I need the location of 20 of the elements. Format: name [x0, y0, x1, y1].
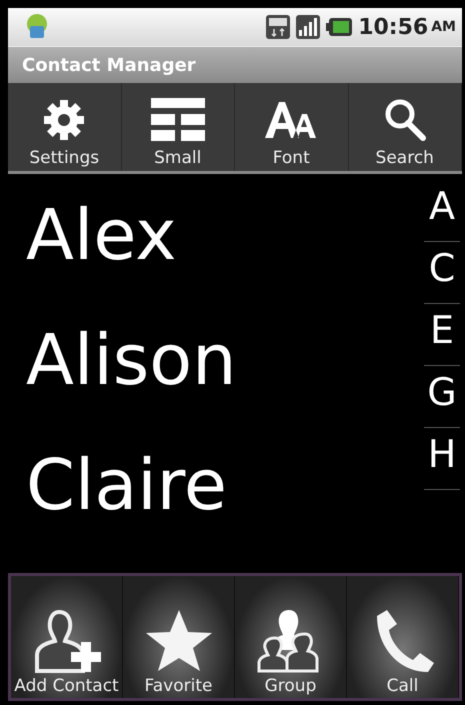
index-letter[interactable]: G [424, 366, 460, 428]
settings-icon [42, 98, 86, 142]
layout-icon [150, 98, 205, 142]
bottom-button[interactable]: Group [235, 576, 347, 698]
index-letter[interactable]: C [424, 242, 460, 304]
status-time: 10:56 [358, 14, 428, 40]
bottom-button[interactable]: Favorite [123, 576, 235, 698]
contact-name[interactable]: Alex [26, 180, 422, 305]
index-letter[interactable]: H [424, 428, 460, 490]
battery-icon [326, 17, 352, 37]
contact-name[interactable]: Claire [26, 430, 422, 555]
window-title: Contact Manager [22, 54, 196, 76]
signal-icon [296, 15, 320, 39]
status-meridiem: AM [431, 19, 456, 35]
bottom-button[interactable]: Call [347, 576, 459, 698]
index-letter[interactable]: A [424, 180, 460, 242]
contact-name[interactable]: Alison [26, 305, 422, 430]
bottom-button[interactable]: Add Contact [11, 576, 123, 698]
index-letter[interactable]: E [424, 304, 460, 366]
search-icon [382, 98, 427, 142]
